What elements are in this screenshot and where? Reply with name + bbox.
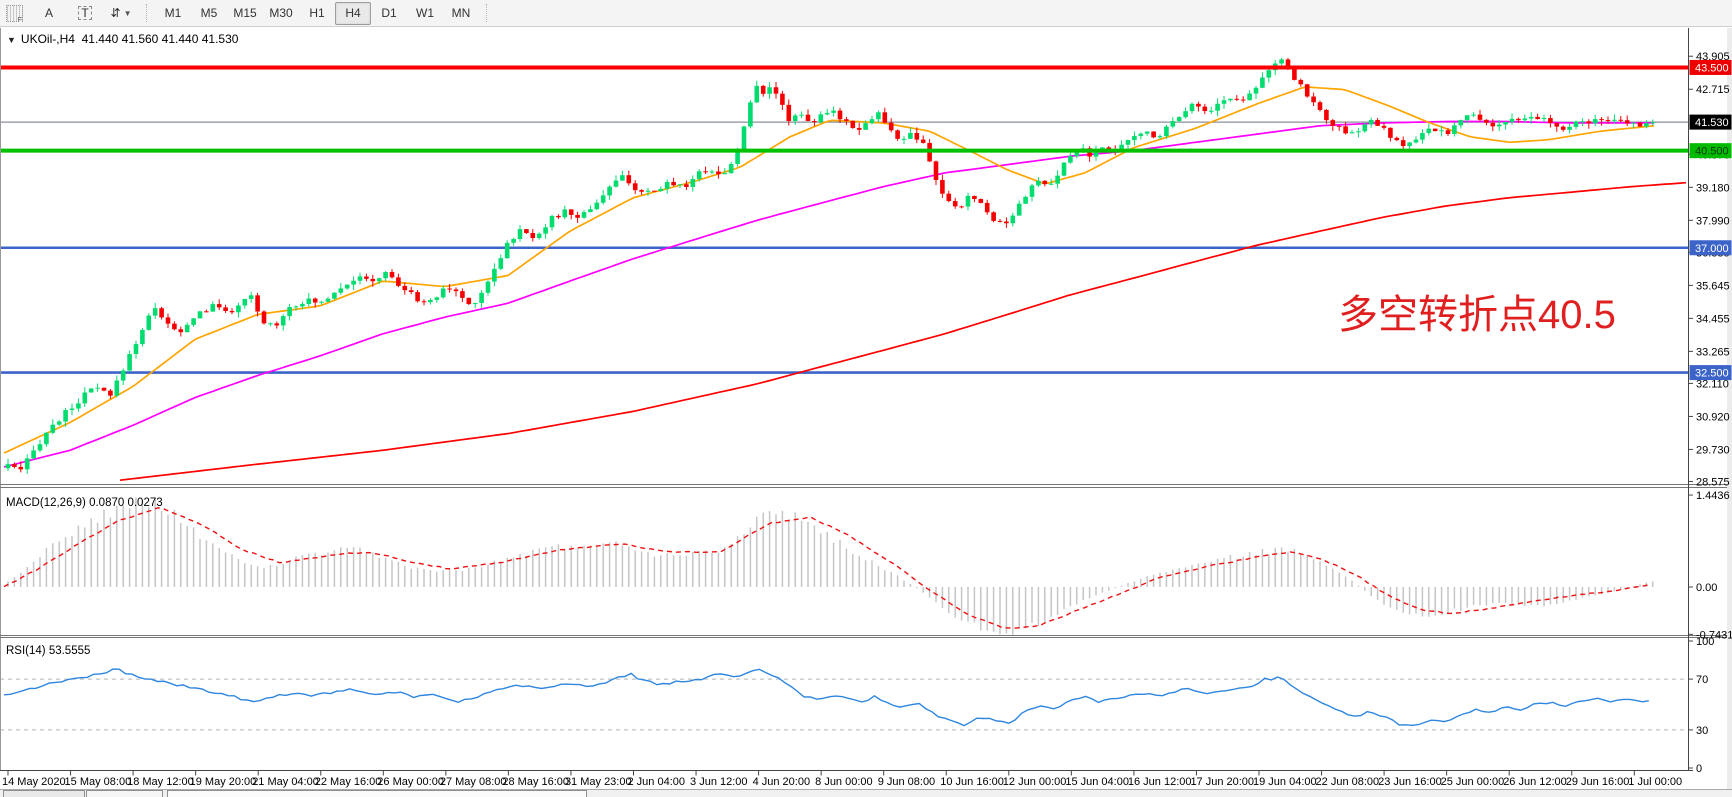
toolbar-separator: [146, 4, 148, 22]
toolbar-separator: [486, 4, 488, 22]
svg-text:18 May 12:00: 18 May 12:00: [127, 776, 194, 788]
svg-text:31 May 23:00: 31 May 23:00: [565, 776, 632, 788]
chart-tabs-strip: [0, 789, 1732, 797]
svg-text:26 May 00:00: 26 May 00:00: [377, 776, 444, 788]
svg-text:22 May 16:00: 22 May 16:00: [315, 776, 382, 788]
svg-text:39.180: 39.180: [1696, 182, 1730, 194]
svg-text:2 Jun 04:00: 2 Jun 04:00: [628, 776, 686, 788]
chart-title: ▼ UKOil-,H4 41.440 41.560 41.440 41.530: [7, 32, 238, 46]
symbol-period-label: UKOil-,H4: [21, 32, 75, 46]
candlestick-plot: [0, 58, 1688, 480]
chart-tab[interactable]: [86, 790, 163, 797]
timeframe-buttons: M1M5M15M30H1H4D1W1MN: [155, 2, 479, 25]
svg-text:42.715: 42.715: [1696, 84, 1730, 96]
svg-text:37.000: 37.000: [1695, 243, 1729, 255]
arrows-dropdown-button[interactable]: ⇵▼: [103, 2, 139, 25]
svg-text:19 Jun 04:00: 19 Jun 04:00: [1253, 776, 1317, 788]
toolbar-grip-label: F: [17, 17, 22, 24]
svg-text:29 Jun 16:00: 29 Jun 16:00: [1566, 776, 1630, 788]
tf-button-m5[interactable]: M5: [191, 2, 227, 25]
svg-text:19 May 20:00: 19 May 20:00: [190, 776, 257, 788]
ohlc-values: 41.440 41.560 41.440 41.530: [82, 32, 239, 46]
svg-text:23 Jun 16:00: 23 Jun 16:00: [1378, 776, 1442, 788]
axes: 43.90542.71540.37039.18037.99036.83535.6…: [0, 28, 1732, 797]
toolbar-grip-icon[interactable]: F: [6, 5, 23, 22]
cursor-a-label: A: [45, 6, 53, 20]
svg-text:0: 0: [1696, 763, 1702, 775]
svg-text:14 May 2020: 14 May 2020: [2, 776, 66, 788]
svg-text:25 Jun 00:00: 25 Jun 00:00: [1441, 776, 1505, 788]
tf-button-d1[interactable]: D1: [371, 2, 407, 25]
svg-text:30: 30: [1696, 725, 1708, 737]
tf-button-m15[interactable]: M15: [227, 2, 263, 25]
svg-text:15 May 08:00: 15 May 08:00: [65, 776, 132, 788]
rsi-plot: [0, 669, 1688, 730]
tf-button-m30[interactable]: M30: [263, 2, 299, 25]
svg-text:9 Jun 08:00: 9 Jun 08:00: [878, 776, 936, 788]
tf-button-h1[interactable]: H1: [299, 2, 335, 25]
svg-text:40.500: 40.500: [1695, 146, 1729, 158]
svg-text:4 Jun 20:00: 4 Jun 20:00: [753, 776, 811, 788]
text-tool-button[interactable]: T: [67, 2, 103, 25]
rsi-indicator-label: RSI(14) 53.5555: [6, 645, 90, 657]
toolbar: F A T ⇵▼ M1M5M15M30H1H4D1W1MN: [0, 0, 1732, 27]
svg-text:35.645: 35.645: [1696, 280, 1730, 292]
svg-text:34.455: 34.455: [1696, 313, 1730, 325]
chart-tab[interactable]: [3, 790, 85, 797]
svg-text:33.265: 33.265: [1696, 346, 1730, 358]
svg-text:10 Jun 16:00: 10 Jun 16:00: [940, 776, 1004, 788]
svg-text:26 Jun 12:00: 26 Jun 12:00: [1503, 776, 1567, 788]
svg-text:21 May 04:00: 21 May 04:00: [252, 776, 319, 788]
svg-text:32.500: 32.500: [1695, 368, 1729, 380]
svg-text:41.530: 41.530: [1695, 117, 1729, 129]
tf-button-mn[interactable]: MN: [443, 2, 479, 25]
svg-text:32.110: 32.110: [1696, 378, 1729, 390]
svg-text:12 Jun 00:00: 12 Jun 00:00: [1003, 776, 1067, 788]
svg-text:8 Jun 00:00: 8 Jun 00:00: [815, 776, 873, 788]
text-tool-label: T: [78, 6, 91, 20]
svg-text:70: 70: [1696, 674, 1708, 686]
annotation-text: 多空转折点40.5: [1338, 293, 1616, 337]
tf-button-w1[interactable]: W1: [407, 2, 443, 25]
svg-text:37.990: 37.990: [1696, 215, 1730, 227]
macd-plot: [4, 497, 1653, 635]
chart-window: ▼ UKOil-,H4 41.440 41.560 41.440 41.530 4…: [0, 28, 1732, 797]
svg-text:100: 100: [1696, 636, 1714, 648]
cursor-a-button[interactable]: A: [31, 2, 67, 25]
collapse-triangle-icon[interactable]: ▼: [7, 35, 16, 45]
svg-text:22 Jun 08:00: 22 Jun 08:00: [1316, 776, 1380, 788]
svg-text:28.575: 28.575: [1696, 476, 1730, 488]
svg-text:1.4436: 1.4436: [1696, 490, 1730, 502]
macd-indicator-label: MACD(12,26,9) 0.0870 0.0273: [6, 497, 163, 509]
svg-text:3 Jun 12:00: 3 Jun 12:00: [690, 776, 748, 788]
svg-text:15 Jun 04:00: 15 Jun 04:00: [1065, 776, 1129, 788]
tf-button-m1[interactable]: M1: [155, 2, 191, 25]
svg-text:17 Jun 20:00: 17 Jun 20:00: [1190, 776, 1254, 788]
svg-text:29.730: 29.730: [1696, 444, 1730, 456]
svg-text:28 May 16:00: 28 May 16:00: [502, 776, 569, 788]
chevron-down-icon: ▼: [124, 9, 132, 18]
svg-text:16 Jun 12:00: 16 Jun 12:00: [1128, 776, 1192, 788]
svg-text:0.00: 0.00: [1696, 582, 1717, 594]
chart-canvas[interactable]: 43.90542.71540.37039.18037.99036.83535.6…: [0, 28, 1732, 797]
svg-text:30.920: 30.920: [1696, 411, 1730, 423]
svg-text:1 Jul 00:00: 1 Jul 00:00: [1628, 776, 1682, 788]
svg-text:27 May 08:00: 27 May 08:00: [440, 776, 507, 788]
tf-button-h4[interactable]: H4: [335, 2, 371, 25]
chart-tab[interactable]: [167, 790, 587, 797]
arrows-icon: ⇵: [111, 6, 121, 20]
svg-text:43.500: 43.500: [1695, 62, 1729, 74]
